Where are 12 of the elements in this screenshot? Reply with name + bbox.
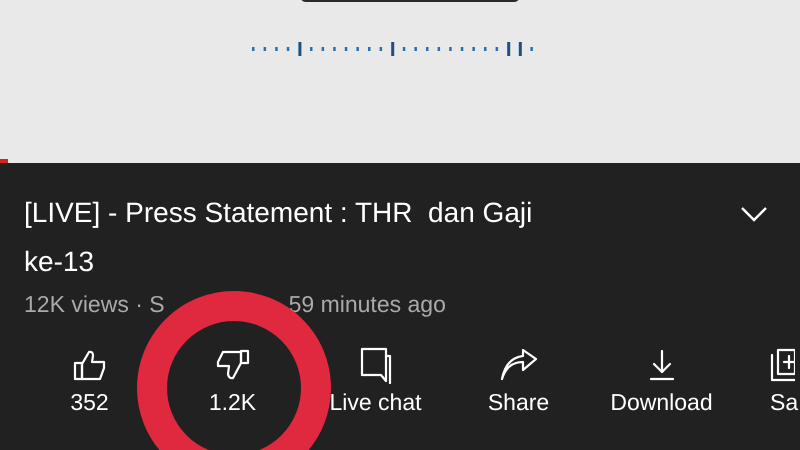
video-title: [LIVE] - Press Statement : THR dan Gaji ke-13	[24, 196, 534, 279]
share-arrow-icon	[498, 348, 538, 382]
share-button[interactable]: Share	[447, 345, 590, 417]
view-count: 12K views · S	[24, 290, 165, 319]
chat-button[interactable]: Live chat	[304, 345, 447, 417]
dislike-button[interactable]: 1.2K	[161, 345, 304, 417]
playlist-add-icon	[770, 347, 795, 383]
download-button[interactable]: Download	[590, 345, 733, 417]
like-button[interactable]: 352	[18, 345, 161, 417]
download-icon	[648, 348, 676, 382]
stream-time: 59 minutes ago	[288, 290, 446, 319]
chevron-down-icon[interactable]	[740, 206, 768, 222]
